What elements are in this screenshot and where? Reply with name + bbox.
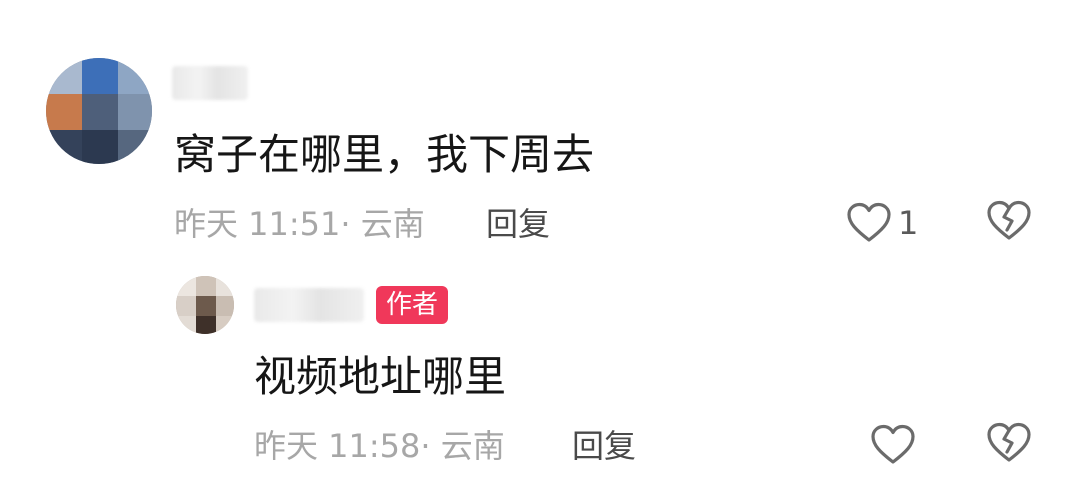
avatar[interactable] [176, 276, 234, 334]
broken-heart-icon [987, 422, 1031, 462]
reply-button[interactable]: 回复 [572, 426, 636, 466]
comment-time: 昨天 11:51 [174, 205, 341, 243]
avatar[interactable] [46, 58, 152, 164]
comment-item: 窝子在哪里，我下周去 昨天 11:51· 云南 回复 1 [0, 0, 1080, 260]
broken-heart-icon [987, 200, 1031, 240]
reply-location: · 云南 [420, 427, 505, 465]
comment-text: 窝子在哪里，我下周去 [174, 130, 595, 179]
dislike-button[interactable] [986, 200, 1032, 246]
comment-location: · 云南 [340, 205, 425, 243]
dislike-button[interactable] [986, 422, 1032, 468]
username-blurred[interactable] [172, 66, 248, 100]
reply-time: 昨天 11:58 [254, 427, 421, 465]
reply-item: 作者 视频地址哪里 昨天 11:58· 云南 回复 [0, 260, 1080, 496]
heart-outline-icon [871, 424, 915, 464]
username-blurred[interactable] [254, 288, 364, 322]
heart-outline-icon [847, 202, 891, 242]
reply-button[interactable]: 回复 [486, 204, 550, 244]
author-badge: 作者 [376, 286, 449, 324]
like-count: 1 [898, 204, 919, 242]
comment-meta: 昨天 11:51· 云南 [174, 204, 425, 244]
reply-meta: 昨天 11:58· 云南 [254, 426, 505, 466]
like-button[interactable] [870, 422, 916, 468]
like-button[interactable]: 1 [846, 200, 918, 246]
reply-text: 视频地址哪里 [254, 352, 507, 401]
